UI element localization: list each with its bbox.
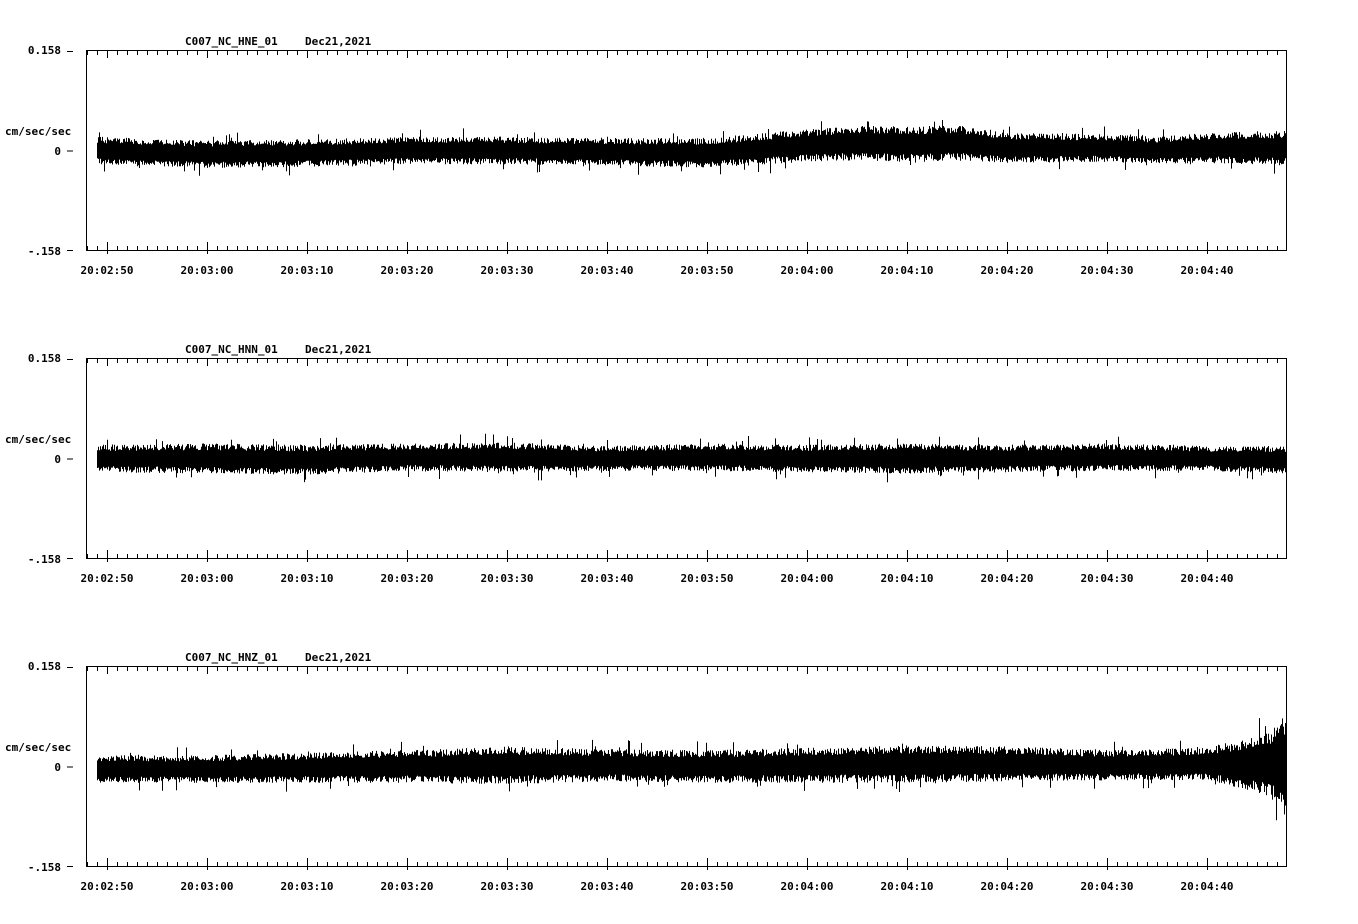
- x-tick-label: 20:04:30: [1081, 264, 1134, 277]
- x-tick-label: 20:03:10: [281, 572, 334, 585]
- x-tick-label: 20:04:20: [981, 264, 1034, 277]
- y-tick-label-min: -.158: [28, 245, 61, 258]
- y-tick-label-min: -.158: [28, 553, 61, 566]
- y-axis-label: cm/sec/sec: [5, 741, 71, 754]
- seismogram-panel-hnz: C007_NC_HNZ_01 Dec21,2021 cm/sec/sec 0.1…: [5, 651, 1287, 893]
- record-date: Dec21,2021: [305, 651, 372, 664]
- x-tick-label: 20:03:20: [381, 880, 434, 893]
- x-tick-label: 20:04:40: [1181, 880, 1234, 893]
- y-tick-label-max: 0.158: [28, 660, 61, 673]
- waveform-trace: [97, 718, 1287, 821]
- x-tick-label: 20:03:50: [681, 880, 734, 893]
- y-tick-label-max: 0.158: [28, 352, 61, 365]
- x-tick-label: 20:04:30: [1081, 572, 1134, 585]
- x-tick-label: 20:04:10: [881, 572, 934, 585]
- x-tick-label: 20:03:20: [381, 572, 434, 585]
- waveform-trace: [97, 120, 1287, 176]
- x-tick-label: 20:04:00: [781, 572, 834, 585]
- y-tick-label-zero: 0: [54, 145, 61, 158]
- x-tick-label: 20:03:10: [281, 264, 334, 277]
- x-tick-label: 20:04:20: [981, 572, 1034, 585]
- x-tick-label: 20:04:10: [881, 264, 934, 277]
- x-tick-label: 20:03:30: [481, 572, 534, 585]
- seismogram-panel-hne: C007_NC_HNE_01 Dec21,2021 cm/sec/sec 0.1…: [5, 35, 1287, 277]
- x-tick-label: 20:04:20: [981, 880, 1034, 893]
- x-tick-label: 20:04:30: [1081, 880, 1134, 893]
- waveform-series: [97, 718, 1287, 821]
- x-tick-label: 20:04:40: [1181, 264, 1234, 277]
- y-tick-label-zero: 0: [54, 761, 61, 774]
- x-tick-label: 20:03:30: [481, 880, 534, 893]
- x-tick-label: 20:04:40: [1181, 572, 1234, 585]
- x-tick-label: 20:02:50: [81, 572, 134, 585]
- channel-title: C007_NC_HNZ_01: [185, 651, 278, 664]
- x-tick-label: 20:04:10: [881, 880, 934, 893]
- x-axis-tick-labels: 20:02:50 20:03:00 20:03:10 20:03:20 20:03:30…: [81, 264, 1234, 277]
- x-tick-label: 20:03:00: [181, 264, 234, 277]
- x-tick-label: 20:02:50: [81, 880, 134, 893]
- y-tick-label-zero: 0: [54, 453, 61, 466]
- x-tick-label: 20:03:00: [181, 880, 234, 893]
- x-tick-label: 20:03:40: [581, 572, 634, 585]
- x-tick-label: 20:03:40: [581, 880, 634, 893]
- y-tick-label-max: 0.158: [28, 44, 61, 57]
- x-tick-label: 20:02:50: [81, 264, 134, 277]
- seismogram-panel-hnn: C007_NC_HNN_01 Dec21,2021 cm/sec/sec 0.1…: [5, 343, 1287, 585]
- channel-title: C007_NC_HNE_01: [185, 35, 278, 48]
- waveform-series: [97, 120, 1287, 176]
- seismogram-figure: C007_NC_HNE_01 Dec21,2021 cm/sec/sec 0.1…: [5, 35, 1287, 893]
- x-tick-label: 20:03:10: [281, 880, 334, 893]
- y-axis-label: cm/sec/sec: [5, 125, 71, 138]
- y-tick-label-min: -.158: [28, 861, 61, 874]
- x-tick-label: 20:03:50: [681, 264, 734, 277]
- x-axis-tick-labels: 20:02:50 20:03:00 20:03:10 20:03:20 20:03:30…: [81, 880, 1234, 893]
- x-tick-label: 20:04:00: [781, 880, 834, 893]
- record-date: Dec21,2021: [305, 35, 372, 48]
- waveform-series: [97, 433, 1287, 483]
- record-date: Dec21,2021: [305, 343, 372, 356]
- x-tick-label: 20:03:20: [381, 264, 434, 277]
- x-tick-label: 20:03:50: [681, 572, 734, 585]
- x-tick-label: 20:03:40: [581, 264, 634, 277]
- x-axis-tick-labels: 20:02:50 20:03:00 20:03:10 20:03:20 20:03:30…: [81, 572, 1234, 585]
- x-tick-label: 20:04:00: [781, 264, 834, 277]
- waveform-trace: [97, 433, 1287, 483]
- x-tick-label: 20:03:30: [481, 264, 534, 277]
- channel-title: C007_NC_HNN_01: [185, 343, 278, 356]
- y-axis-label: cm/sec/sec: [5, 433, 71, 446]
- x-tick-label: 20:03:00: [181, 572, 234, 585]
